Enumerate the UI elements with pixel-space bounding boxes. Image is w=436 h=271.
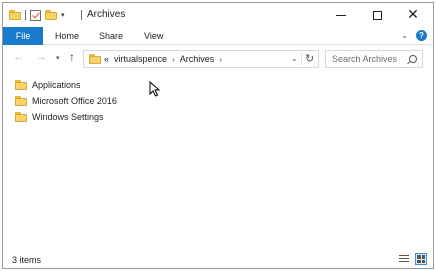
address-divider [301, 53, 302, 65]
status-bar: 3 items [3, 251, 433, 268]
close-button[interactable]: ✕ [395, 3, 431, 27]
item-label: Applications [32, 80, 81, 90]
quick-access-toolbar: ▾ [9, 8, 69, 22]
details-view-icon[interactable] [399, 255, 409, 264]
new-folder-icon[interactable] [45, 10, 57, 20]
tab-home[interactable]: Home [55, 27, 79, 45]
recent-locations-chevron-icon[interactable]: ▾ [56, 55, 60, 62]
maximize-button[interactable] [359, 3, 395, 27]
navigation-bar: ← → ▾ ↑ « virtualspence › Archives › ⌄ ↻… [3, 46, 433, 72]
breadcrumb-separator[interactable]: › [172, 55, 175, 64]
file-list: Applications Microsoft Office 2016 Windo… [3, 73, 433, 249]
forward-arrow-icon[interactable]: → [36, 52, 47, 63]
list-item[interactable]: Windows Settings [15, 110, 104, 124]
large-icons-view-icon[interactable] [415, 253, 427, 265]
refresh-icon[interactable]: ↻ [305, 52, 314, 65]
item-label: Windows Settings [32, 112, 104, 122]
back-arrow-icon[interactable]: ← [13, 52, 24, 63]
maximize-icon [372, 10, 382, 20]
explorer-window: ▾ Archives ✕ File Home Share View ⌄ ? ← … [2, 2, 434, 269]
title-divider [81, 10, 82, 20]
window-title: Archives [87, 9, 126, 20]
search-icon[interactable] [409, 55, 417, 63]
tab-file[interactable]: File [3, 27, 43, 45]
tab-view[interactable]: View [144, 27, 163, 45]
breadcrumb-separator[interactable]: › [219, 55, 222, 64]
breadcrumb-overflow[interactable]: « [104, 54, 109, 64]
search-placeholder: Search Archives [332, 54, 398, 64]
folder-icon [15, 80, 27, 90]
list-item[interactable]: Applications [15, 78, 81, 92]
mouse-cursor-icon [149, 81, 161, 97]
folder-icon [15, 96, 27, 106]
minimize-icon [336, 14, 346, 16]
folder-icon [15, 112, 27, 122]
address-folder-icon [89, 54, 101, 64]
breadcrumb: « virtualspence › Archives › [104, 51, 227, 67]
tab-share[interactable]: Share [99, 27, 123, 45]
address-bar[interactable]: « virtualspence › Archives › ⌄ ↻ [83, 50, 319, 68]
breadcrumb-item-virtualspence[interactable]: virtualspence [114, 54, 167, 64]
item-label: Microsoft Office 2016 [32, 96, 117, 106]
breadcrumb-item-archives[interactable]: Archives [180, 54, 215, 64]
minimize-button[interactable] [323, 3, 359, 27]
customize-dropdown-icon[interactable]: ▾ [61, 12, 65, 19]
title-bar: ▾ Archives ✕ [3, 3, 433, 27]
close-icon: ✕ [407, 7, 419, 23]
ribbon-tabs: File Home Share View ⌄ ? [3, 27, 433, 45]
expand-ribbon-chevron-icon[interactable]: ⌄ [401, 31, 408, 40]
help-icon[interactable]: ? [416, 30, 427, 41]
folder-icon [9, 10, 21, 20]
item-count: 3 items [12, 255, 42, 265]
up-arrow-icon[interactable]: ↑ [69, 51, 75, 63]
ribbon-right-controls: ⌄ ? [401, 30, 427, 41]
list-item[interactable]: Microsoft Office 2016 [15, 94, 117, 108]
search-input[interactable]: Search Archives [325, 50, 423, 68]
toolbar-divider [25, 10, 26, 20]
address-dropdown-icon[interactable]: ⌄ [291, 54, 298, 63]
properties-check-icon[interactable] [30, 9, 41, 21]
